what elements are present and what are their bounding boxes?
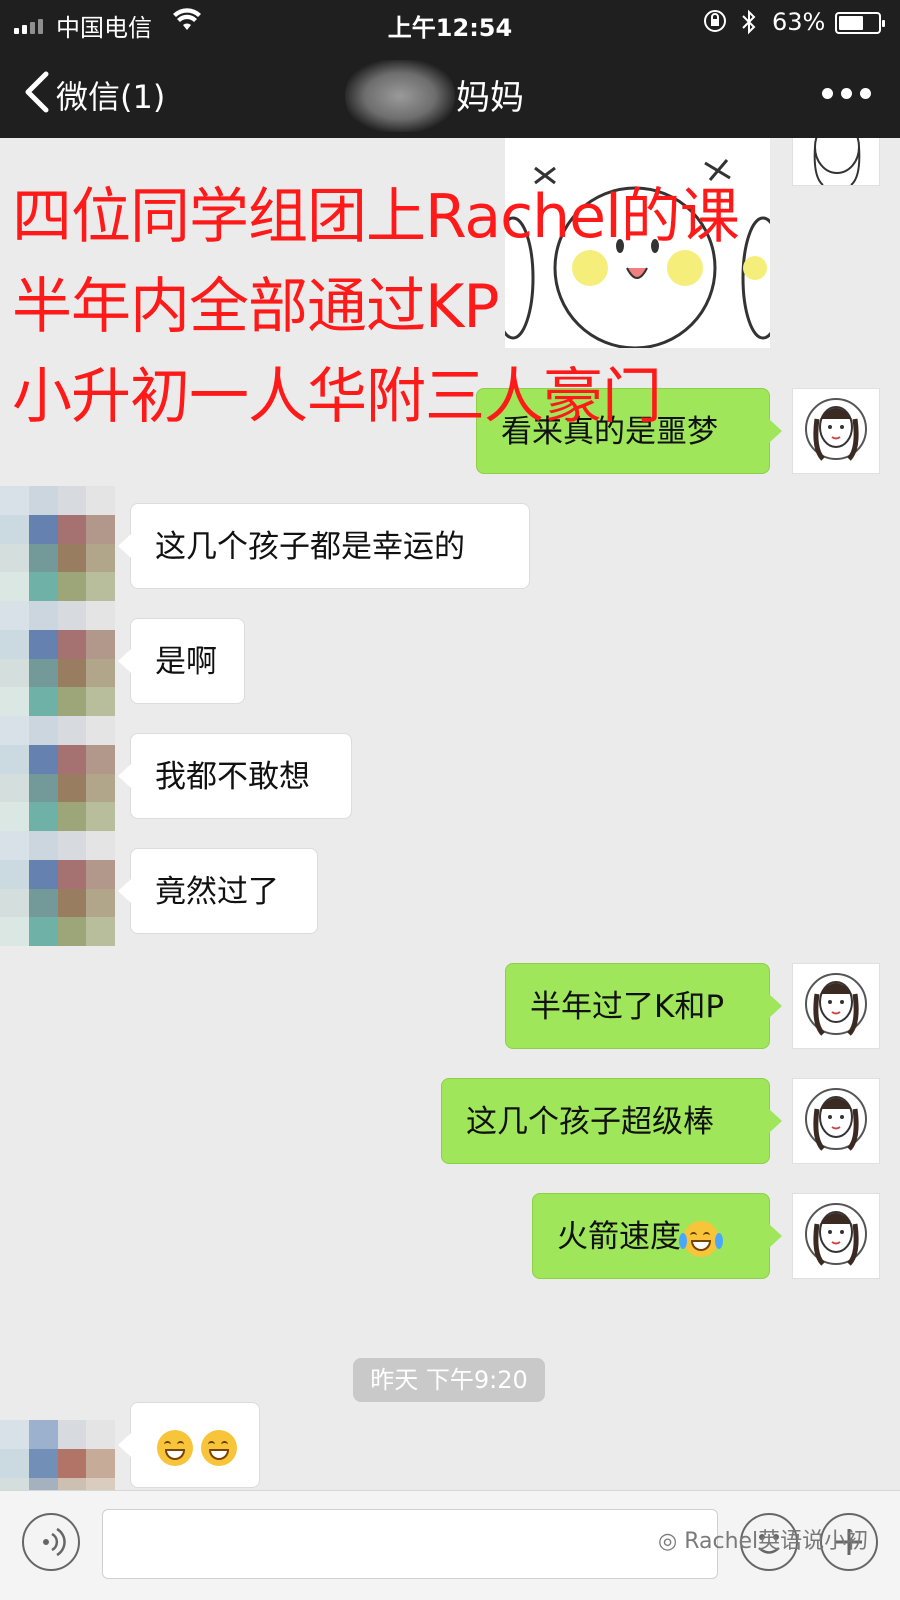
wechat-logo-icon: ◎ <box>658 1529 678 1554</box>
blurred-name <box>345 60 455 132</box>
timestamp-pill: 昨天 下午9:20 <box>353 1358 545 1402</box>
contact-avatar[interactable] <box>0 716 115 831</box>
overlay-caption: 四位同学组团上Rachel的课 半年内全部通过KP 小升初一人华附三人豪门 <box>12 172 740 442</box>
my-avatar[interactable] <box>792 1078 880 1164</box>
back-button[interactable]: 微信(1) <box>56 72 165 118</box>
back-chevron-icon[interactable] <box>22 70 50 114</box>
my-avatar[interactable] <box>792 963 880 1049</box>
contact-avatar[interactable] <box>0 1420 115 1490</box>
status-bar: 中国电信 上午12:54 63% <box>0 0 900 48</box>
watermark: ◎ Rachel英语说小初 <box>658 1523 868 1555</box>
rotation-lock-icon <box>702 8 728 40</box>
grinning-emoji <box>201 1429 237 1466</box>
input-bar: ◎ Rachel英语说小初 <box>0 1490 900 1600</box>
battery-fill <box>839 16 863 30</box>
message-bubble[interactable]: 这几个孩子超级棒 <box>441 1078 782 1164</box>
my-avatar[interactable] <box>792 1193 880 1279</box>
message-bubble[interactable]: 火箭速度 <box>532 1193 782 1279</box>
watermark-text: Rachel英语说小初 <box>684 1529 869 1554</box>
chat-title: 妈妈 <box>456 78 524 118</box>
my-avatar[interactable] <box>792 388 880 474</box>
message-bubble[interactable]: 这几个孩子都是幸运的 <box>118 503 530 589</box>
top-bar: 中国电信 上午12:54 63% 微信(1) 妈妈 <box>0 0 900 138</box>
message-text: 火箭速度 <box>557 1219 681 1255</box>
status-time: 上午12:54 <box>387 14 513 42</box>
message-input[interactable] <box>102 1509 718 1579</box>
tears-of-joy-emoji <box>679 1220 723 1257</box>
bluetooth-icon <box>740 8 758 42</box>
contact-avatar[interactable] <box>0 486 115 601</box>
overlay-line: 四位同学组团上Rachel的课 <box>12 182 740 252</box>
message-bubble[interactable] <box>118 1402 260 1488</box>
grinning-emoji <box>157 1429 193 1466</box>
voice-icon <box>43 1527 66 1557</box>
battery-icon <box>835 12 885 34</box>
voice-button[interactable] <box>22 1513 80 1571</box>
message-bubble[interactable]: 是啊 <box>118 618 245 704</box>
message-bubble[interactable]: 我都不敢想 <box>118 733 352 819</box>
message-bubble[interactable]: 竟然过了 <box>118 848 318 934</box>
nav-bar: 微信(1) 妈妈 <box>0 52 900 136</box>
contact-avatar[interactable] <box>0 831 115 946</box>
my-avatar[interactable] <box>792 138 880 186</box>
overlay-line: 小升初一人华附三人豪门 <box>12 362 662 432</box>
overlay-line: 半年内全部通过KP <box>12 272 500 342</box>
chat-area[interactable]: 四位同学组团上Rachel的课 半年内全部通过KP 小升初一人华附三人豪门 看来… <box>0 138 900 1490</box>
battery-percent: 63% <box>772 8 826 36</box>
contact-avatar[interactable] <box>0 601 115 716</box>
message-bubble[interactable]: 半年过了K和P <box>505 963 782 1049</box>
more-icon[interactable] <box>822 88 871 99</box>
